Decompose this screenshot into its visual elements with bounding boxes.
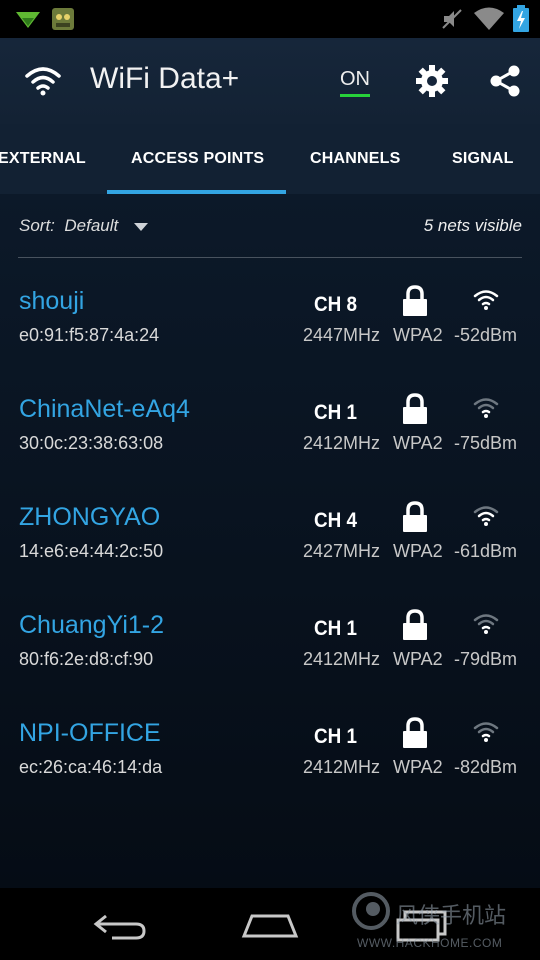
tab-external[interactable]: EXTERNAL (0, 150, 86, 168)
access-point-row[interactable]: shouji e0:91:f5:87:4a:24 CH 8 2447MHz WPA2 -5… (0, 285, 540, 395)
network-ssid: NPI-OFFICE (19, 719, 161, 747)
settings-icon[interactable] (415, 64, 449, 98)
signal-strength-icon (473, 290, 499, 310)
signal-strength-icon (473, 722, 499, 742)
network-signal-strength: -75dBm (454, 433, 518, 453)
lock-icon (403, 717, 427, 748)
tab-access-points[interactable]: ACCESS POINTS (131, 150, 264, 168)
network-ssid: ChuangYi1-2 (19, 611, 165, 639)
access-point-row[interactable]: ChuangYi1-2 80:f6:2e:d8:cf:90 CH 1 2412MHz W… (0, 609, 540, 719)
network-signal-strength: -79dBm (454, 649, 518, 669)
signal-strength-icon (473, 398, 499, 418)
network-mac: ec:26:ca:46:14:da (19, 757, 163, 777)
network-ssid: ChinaNet-eAq4 (19, 395, 190, 423)
network-ssid: shouji (19, 287, 85, 315)
game-notification-icon (52, 8, 74, 30)
tab-channels[interactable]: CHANNELS (310, 150, 401, 168)
sort-label: Sort: (19, 216, 55, 235)
access-point-row[interactable]: ChinaNet-eAq4 30:0c:23:38:63:08 CH 1 2412MH… (0, 393, 540, 503)
network-mac: 80:f6:2e:d8:cf:90 (19, 649, 154, 669)
network-channel: CH 1 (314, 401, 358, 424)
network-frequency: 2412MHz (303, 757, 381, 777)
lock-icon (403, 501, 427, 532)
visible-networks-count: 5 nets visible (423, 216, 522, 235)
network-ssid: ZHONGYAO (19, 503, 161, 531)
wifi-icon (474, 7, 504, 30)
home-icon[interactable] (240, 910, 300, 940)
network-security: WPA2 (393, 325, 443, 345)
network-frequency: 2412MHz (303, 649, 381, 669)
lock-icon (403, 285, 427, 316)
access-point-row[interactable]: ZHONGYAO 14:e6:e4:44:2c:50 CH 4 2427MHz WPA2… (0, 501, 540, 611)
network-channel: CH 1 (314, 617, 358, 640)
lock-icon (403, 393, 427, 424)
battery-charging-icon (513, 5, 529, 32)
network-security: WPA2 (393, 433, 443, 453)
app-bar: WiFi Data+ ON (0, 38, 540, 124)
divider (18, 257, 522, 258)
network-security: WPA2 (393, 649, 443, 669)
signal-strength-icon (473, 506, 499, 526)
dropdown-caret-icon (134, 223, 148, 231)
network-frequency: 2427MHz (303, 541, 381, 561)
signal-strength-icon (473, 614, 499, 634)
watermark-text: 风侠手机站 (396, 903, 507, 928)
network-signal-strength: -82dBm (454, 757, 518, 777)
network-channel: CH 8 (314, 293, 358, 316)
network-security: WPA2 (393, 757, 443, 777)
network-frequency: 2447MHz (303, 325, 381, 345)
app-title: WiFi Data+ (90, 62, 240, 95)
network-mac: 30:0c:23:38:63:08 (19, 433, 164, 453)
network-mac: e0:91:f5:87:4a:24 (19, 325, 160, 345)
android-notification-icon (16, 12, 40, 28)
tab-signal[interactable]: SIGNAL (452, 150, 514, 168)
network-frequency: 2412MHz (303, 433, 381, 453)
sort-value: Default (64, 216, 119, 235)
on-off-toggle[interactable]: ON (340, 68, 370, 97)
toggle-label: ON (340, 68, 370, 90)
watermark-logo-icon (352, 892, 390, 930)
wifi-logo-icon (25, 67, 61, 96)
tab-bar: EXTERNAL ACCESS POINTS CHANNELS SIGNAL (0, 124, 540, 194)
back-icon[interactable] (92, 910, 148, 940)
mute-icon (442, 9, 462, 29)
share-icon[interactable] (488, 64, 522, 98)
sort-text: Sort: Default (19, 216, 118, 236)
network-channel: CH 1 (314, 725, 358, 748)
lock-icon (403, 609, 427, 640)
watermark-url: WWW.HACKHOME.COM (357, 936, 503, 950)
access-point-row[interactable]: NPI-OFFICE ec:26:ca:46:14:da CH 1 2412MHz WP… (0, 717, 540, 827)
toggle-indicator (340, 94, 370, 97)
network-security: WPA2 (393, 541, 443, 561)
network-signal-strength: -61dBm (454, 541, 518, 561)
network-channel: CH 4 (314, 509, 358, 532)
status-bar (0, 0, 540, 38)
network-mac: 14:e6:e4:44:2c:50 (19, 541, 164, 561)
network-signal-strength: -52dBm (454, 325, 518, 345)
